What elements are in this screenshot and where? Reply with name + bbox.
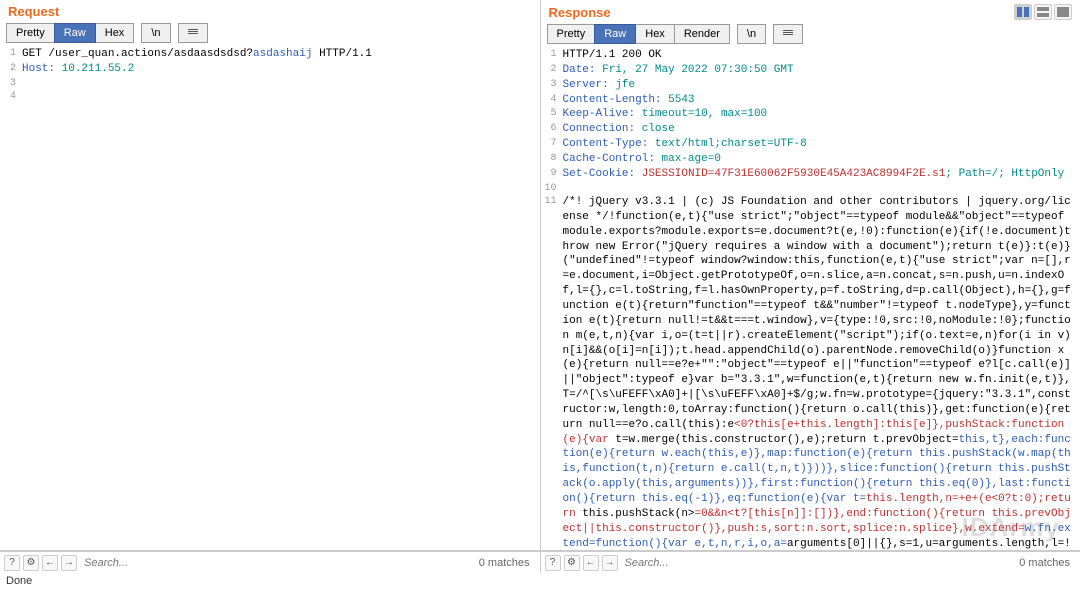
line-number: 2: [0, 62, 22, 77]
request-search-input[interactable]: [80, 555, 476, 571]
gear-icon[interactable]: ⚙: [23, 555, 39, 571]
code-line: 2Host: 10.211.55.2: [0, 62, 540, 77]
response-panel: Response Pretty Raw Hex Render \n 1HTTP/…: [541, 0, 1080, 550]
request-content[interactable]: 1GET /user_quan.actions/asdaasdsdsd?asda…: [0, 47, 540, 550]
code-line: 1GET /user_quan.actions/asdaasdsdsd?asda…: [0, 47, 540, 62]
code-text[interactable]: Date: Fri, 27 May 2022 07:30:50 GMT: [563, 63, 1080, 78]
line-number: 9: [541, 167, 563, 182]
request-menu-button[interactable]: [178, 23, 208, 43]
code-line: 2Date: Fri, 27 May 2022 07:30:50 GMT: [541, 63, 1080, 78]
code-text[interactable]: HTTP/1.1 200 OK: [563, 48, 1080, 63]
code-line: 4: [0, 90, 540, 104]
code-text[interactable]: Content-Type: text/html;charset=UTF-8: [563, 137, 1080, 152]
code-line: 7Content-Type: text/html;charset=UTF-8: [541, 137, 1080, 152]
layout-split-horizontal-icon[interactable]: [1034, 4, 1052, 20]
code-text[interactable]: Host: 10.211.55.2: [22, 62, 540, 77]
line-number: 6: [541, 122, 563, 137]
response-menu-button[interactable]: [773, 24, 803, 44]
code-text[interactable]: Connection: close: [563, 122, 1080, 137]
response-search-input[interactable]: [621, 555, 1017, 571]
line-number: 1: [0, 47, 22, 62]
layout-split-vertical-icon[interactable]: [1014, 4, 1032, 20]
code-line: 6Connection: close: [541, 122, 1080, 137]
line-number: 3: [541, 78, 563, 93]
code-line: 4Content-Length: 5543: [541, 93, 1080, 108]
status-bar: Done: [0, 573, 1080, 591]
request-newline-toggle[interactable]: \n: [141, 23, 170, 43]
help-icon[interactable]: ?: [545, 555, 561, 571]
line-number: 4: [0, 90, 22, 104]
next-match-icon[interactable]: →: [61, 555, 77, 571]
request-tab-pretty[interactable]: Pretty: [6, 23, 55, 43]
line-number: 10: [541, 182, 563, 196]
code-line: 3Server: jfe: [541, 78, 1080, 93]
request-tab-raw[interactable]: Raw: [54, 23, 96, 43]
code-text[interactable]: Server: jfe: [563, 78, 1080, 93]
request-search-bar: ? ⚙ ← → 0 matches: [0, 552, 541, 573]
code-line: 8Cache-Control: max-age=0: [541, 152, 1080, 167]
code-line: 3: [0, 77, 540, 91]
gear-icon[interactable]: ⚙: [564, 555, 580, 571]
code-text[interactable]: [22, 90, 540, 104]
code-text[interactable]: Set-Cookie: JSESSIONID=47F31E60062F5930E…: [563, 167, 1080, 182]
code-text[interactable]: GET /user_quan.actions/asdaasdsdsd?asdas…: [22, 47, 540, 62]
code-line: 11/*! jQuery v3.3.1 | (c) JS Foundation …: [541, 195, 1080, 550]
response-match-count: 0 matches: [1019, 557, 1076, 569]
request-title: Request: [8, 4, 59, 19]
code-line: 1HTTP/1.1 200 OK: [541, 48, 1080, 63]
code-text[interactable]: [563, 182, 1080, 196]
response-content[interactable]: 1HTTP/1.1 200 OK2Date: Fri, 27 May 2022 …: [541, 48, 1080, 550]
prev-match-icon[interactable]: ←: [42, 555, 58, 571]
response-search-bar: ? ⚙ ← → 0 matches: [541, 552, 1080, 573]
request-match-count: 0 matches: [479, 557, 536, 569]
code-line: 9Set-Cookie: JSESSIONID=47F31E60062F5930…: [541, 167, 1080, 182]
line-number: 1: [541, 48, 563, 63]
line-number: 3: [0, 77, 22, 91]
line-number: 4: [541, 93, 563, 108]
line-number: 11: [541, 195, 563, 550]
response-title: Response: [549, 5, 611, 20]
request-panel: Request Pretty Raw Hex \n 1GET /user_qua…: [0, 0, 541, 550]
code-line: 10: [541, 182, 1080, 196]
next-match-icon[interactable]: →: [602, 555, 618, 571]
response-tab-render[interactable]: Render: [674, 24, 730, 44]
code-text[interactable]: Keep-Alive: timeout=10, max=100: [563, 107, 1080, 122]
response-toolbar: Pretty Raw Hex Render \n: [541, 22, 1080, 48]
response-tab-hex[interactable]: Hex: [635, 24, 675, 44]
line-number: 5: [541, 107, 563, 122]
line-number: 7: [541, 137, 563, 152]
request-tab-hex[interactable]: Hex: [95, 23, 135, 43]
code-text[interactable]: Cache-Control: max-age=0: [563, 152, 1080, 167]
response-newline-toggle[interactable]: \n: [737, 24, 766, 44]
code-text[interactable]: /*! jQuery v3.3.1 | (c) JS Foundation an…: [563, 195, 1080, 550]
request-toolbar: Pretty Raw Hex \n: [0, 21, 540, 47]
layout-single-icon[interactable]: [1054, 4, 1072, 20]
code-text[interactable]: Content-Length: 5543: [563, 93, 1080, 108]
code-line: 5Keep-Alive: timeout=10, max=100: [541, 107, 1080, 122]
line-number: 8: [541, 152, 563, 167]
response-tab-pretty[interactable]: Pretty: [547, 24, 596, 44]
prev-match-icon[interactable]: ←: [583, 555, 599, 571]
help-icon[interactable]: ?: [4, 555, 20, 571]
response-tab-raw[interactable]: Raw: [594, 24, 636, 44]
code-text[interactable]: [22, 77, 540, 91]
line-number: 2: [541, 63, 563, 78]
